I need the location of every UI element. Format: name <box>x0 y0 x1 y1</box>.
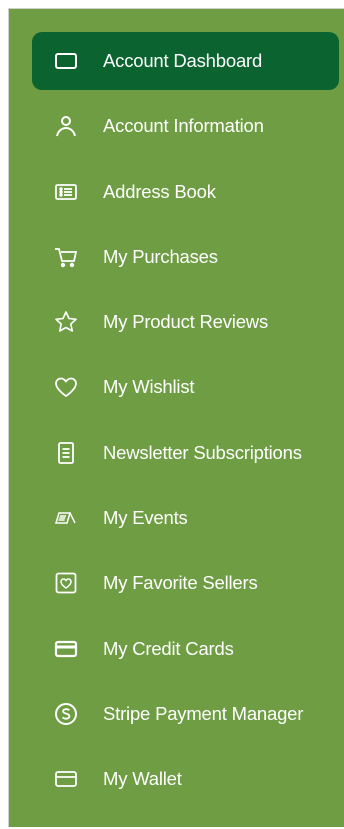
sidebar-item-my-events[interactable]: My Events <box>32 489 339 547</box>
sidebar-item-label: My Events <box>103 507 188 529</box>
sidebar-item-label: My Product Reviews <box>103 311 269 333</box>
document-icon <box>53 440 79 466</box>
sidebar-item-newsletter-subscriptions[interactable]: Newsletter Subscriptions <box>32 424 339 482</box>
sidebar-item-label: My Credit Cards <box>103 637 234 659</box>
sidebar-item-account-information[interactable]: Account Information <box>32 97 339 155</box>
sidebar-item-label: My Wishlist <box>103 376 195 398</box>
address-card-icon <box>53 179 79 205</box>
account-sidebar: Account Dashboard Account Information Ad… <box>8 8 344 827</box>
dashboard-icon <box>53 48 79 74</box>
cart-icon <box>53 244 79 270</box>
sidebar-item-my-wishlist[interactable]: My Wishlist <box>32 358 339 416</box>
user-icon <box>53 113 79 139</box>
sidebar-item-label: Account Dashboard <box>103 50 263 71</box>
sidebar-item-address-book[interactable]: Address Book <box>32 163 339 221</box>
sidebar-item-stripe-payment-manager[interactable]: Stripe Payment Manager <box>32 685 339 743</box>
sidebar-item-label: Account Information <box>103 115 264 137</box>
sidebar-item-label: Newsletter Subscriptions <box>103 441 302 463</box>
sidebar-item-my-credit-cards[interactable]: My Credit Cards <box>32 620 339 678</box>
wallet-icon <box>53 766 79 792</box>
sidebar-item-label: My Wallet <box>103 768 182 790</box>
sidebar-item-label: My Purchases <box>103 245 218 267</box>
credit-card-icon <box>53 636 79 662</box>
sidebar-item-my-purchases[interactable]: My Purchases <box>32 228 339 286</box>
sidebar-item-label: Address Book <box>103 180 216 202</box>
ticket-icon <box>53 505 79 531</box>
sidebar-item-label: Stripe Payment Manager <box>103 702 304 724</box>
sidebar-item-account-dashboard[interactable]: Account Dashboard <box>32 32 339 90</box>
stripe-icon <box>53 701 79 727</box>
star-icon <box>53 309 79 335</box>
sidebar-item-my-favorite-sellers[interactable]: My Favorite Sellers <box>32 554 339 612</box>
heart-icon <box>53 374 79 400</box>
sidebar-item-label: My Favorite Sellers <box>103 572 258 594</box>
sidebar-item-my-wallet[interactable]: My Wallet <box>32 750 339 808</box>
heart-box-icon <box>53 570 79 596</box>
account-nav-menu: Account Dashboard Account Information Ad… <box>32 32 339 816</box>
sidebar-item-my-product-reviews[interactable]: My Product Reviews <box>32 293 339 351</box>
